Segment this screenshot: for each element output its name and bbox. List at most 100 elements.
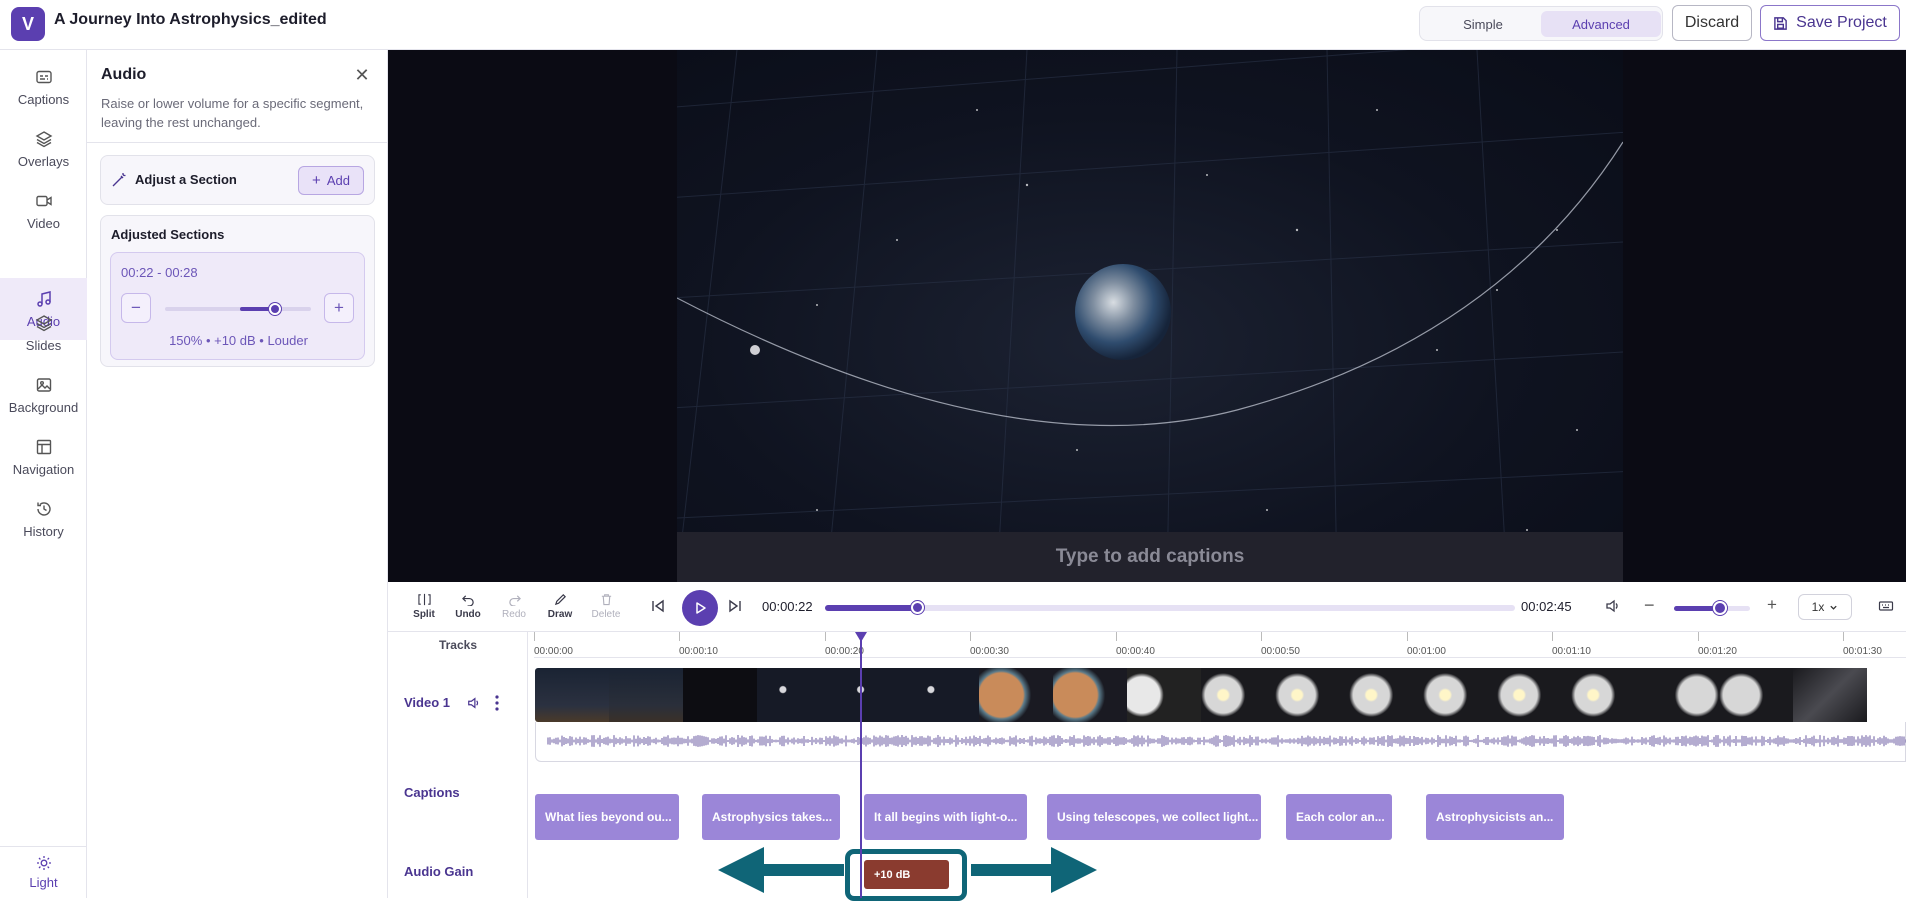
volume-slider[interactable] [1674, 601, 1750, 615]
chevron-down-icon [1830, 605, 1837, 610]
add-section-button[interactable]: + Add [298, 166, 364, 195]
mode-toggle: Simple Advanced [1419, 6, 1663, 41]
play-button[interactable] [682, 590, 718, 626]
caption-clip[interactable]: Each color an... [1286, 794, 1392, 840]
time-tick: 00:01:20 [1698, 632, 1737, 657]
caption-clip[interactable]: Astrophysicists an... [1426, 794, 1564, 840]
save-project-button[interactable]: Save Project [1760, 5, 1900, 41]
decrease-gain-button[interactable]: − [121, 293, 151, 323]
video-thumbnail [1793, 668, 1867, 722]
video-thumbnail [1423, 668, 1497, 722]
delete-button[interactable]: Delete [587, 593, 625, 620]
history-icon [36, 501, 51, 516]
timeline-ruler[interactable]: 00:00:00 00:00:10 00:00:20 00:00:30 00:0… [534, 632, 1906, 658]
segment-gain-info: 150% • +10 dB • Louder [169, 333, 308, 348]
volume-decrease-button[interactable]: − [1644, 595, 1655, 616]
adjusted-sections-card: Adjusted Sections 00:22 - 00:28 − + 150%… [100, 215, 375, 367]
skip-forward-icon[interactable] [727, 598, 743, 614]
video-preview[interactable]: Type to add captions [388, 50, 1906, 582]
discard-label: Discard [1684, 14, 1740, 31]
audio-gain-clip[interactable]: +10 dB [864, 860, 949, 889]
redo-button[interactable]: Redo [495, 593, 533, 620]
video-thumbnail [1349, 668, 1423, 722]
video-track-label: Video 1 [404, 695, 451, 710]
track-volume-icon[interactable] [467, 696, 481, 710]
total-time: 00:02:45 [1521, 599, 1572, 614]
video-thumbnail [535, 668, 609, 722]
audio-gain-track-label: Audio Gain [404, 864, 474, 879]
draw-label: Draw [547, 609, 573, 620]
pencil-icon [554, 594, 566, 606]
playhead-handle[interactable] [855, 632, 867, 642]
layout-icon [36, 439, 51, 454]
caption-clip[interactable]: It all begins with light-o... [864, 794, 1027, 840]
close-icon[interactable]: ✕ [353, 66, 371, 84]
undo-icon [461, 595, 474, 606]
discard-button[interactable]: Discard [1672, 5, 1752, 41]
sidebar-item-video[interactable]: Video [0, 182, 87, 240]
video-thumbnail [1127, 668, 1201, 722]
video-thumbnail [609, 668, 683, 722]
volume-increase-button[interactable]: + [1767, 595, 1777, 615]
sidebar-item-label: Captions [17, 91, 70, 107]
skip-back-icon[interactable] [650, 598, 666, 614]
project-title[interactable]: A Journey Into Astrophysics_edited [54, 11, 327, 29]
video-clip[interactable] [535, 668, 1906, 722]
progress-handle[interactable] [910, 601, 924, 614]
caption-clip[interactable]: Using telescopes, we collect light... [1047, 794, 1261, 840]
time-tick: 00:00:30 [970, 632, 1009, 657]
caption-input[interactable]: Type to add captions [677, 532, 1623, 582]
sidebar-item-captions[interactable]: Captions [0, 58, 87, 116]
draw-button[interactable]: Draw [541, 593, 579, 620]
magic-wand-icon [112, 173, 126, 187]
video-thumbnail [1201, 668, 1275, 722]
sidebar-item-slides[interactable]: Slides [0, 304, 87, 362]
caption-clip[interactable]: What lies beyond ou... [535, 794, 679, 840]
play-icon [696, 602, 706, 614]
undo-button[interactable]: Undo [449, 593, 487, 620]
mode-simple-button[interactable]: Simple [1423, 11, 1543, 37]
volume-icon[interactable] [1605, 598, 1621, 614]
sidebar-item-background[interactable]: Background [0, 366, 87, 424]
theme-toggle[interactable]: Light [0, 846, 87, 898]
adjusted-section-item[interactable]: 00:22 - 00:28 − + 150% • +10 dB • Louder [110, 252, 365, 360]
theme-label: Light [29, 875, 58, 890]
mode-advanced-button[interactable]: Advanced [1541, 11, 1661, 37]
video-thumbnail [1719, 668, 1793, 722]
volume-handle[interactable] [1712, 601, 1727, 615]
time-tick: 00:00:40 [1116, 632, 1155, 657]
sidebar-item-overlays[interactable]: Overlays [0, 120, 87, 178]
panel-title: Audio [101, 66, 147, 83]
playback-progress-bar[interactable] [825, 601, 1515, 614]
undo-label: Undo [455, 609, 481, 620]
split-button[interactable]: Split [405, 593, 443, 620]
sidebar-item-history[interactable]: History [0, 490, 87, 548]
sun-icon [36, 856, 51, 870]
gain-slider[interactable] [165, 303, 311, 315]
audio-waveform [535, 722, 1906, 762]
speed-value: 1x [1811, 600, 1825, 614]
adjusted-sections-title: Adjusted Sections [111, 227, 225, 242]
increase-gain-button[interactable]: + [324, 293, 354, 323]
gain-slider-handle[interactable] [268, 303, 281, 315]
caption-clip[interactable]: Astrophysics takes... [702, 794, 840, 840]
video-thumbnail [1497, 668, 1571, 722]
video-thumbnail [1053, 668, 1127, 722]
sidebar-item-navigation[interactable]: Navigation [0, 428, 87, 486]
timeline: Tracks Video 1 Captions Audio Gain 00:00… [388, 632, 1906, 901]
adjust-section-label: Adjust a Section [135, 172, 237, 187]
video-thumbnail [831, 668, 905, 722]
time-tick: 00:01:10 [1552, 632, 1591, 657]
panel-description: Raise or lower volume for a specific seg… [101, 96, 364, 130]
more-options-icon[interactable] [494, 694, 500, 712]
video-thumbnail [1275, 668, 1349, 722]
segment-time-range: 00:22 - 00:28 [121, 265, 198, 280]
image-icon [36, 377, 51, 392]
playback-speed-select[interactable]: 1x [1798, 594, 1852, 620]
keyboard-icon[interactable] [1878, 598, 1894, 614]
sidebar-item-label: Video [26, 215, 60, 231]
app-logo[interactable]: V [11, 7, 45, 41]
save-label: Save Project [1796, 14, 1887, 31]
playhead[interactable] [860, 632, 862, 898]
redo-icon [508, 595, 521, 606]
